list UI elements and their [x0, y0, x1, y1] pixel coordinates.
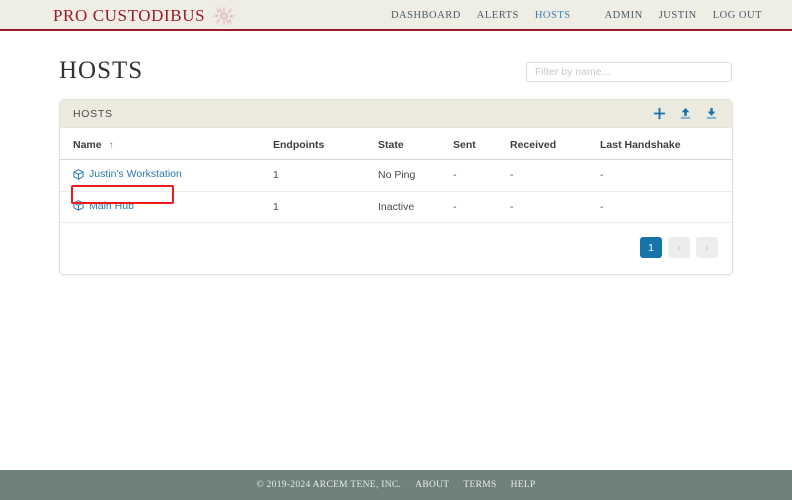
nav-item-log-out[interactable]: LOG OUT — [705, 10, 770, 21]
table-row[interactable]: Justin's Workstation 1 No Ping - - - — [60, 159, 732, 192]
hosts-table-head: Name ↑ Endpoints State Sent Received Last… — [60, 128, 732, 160]
nav-item-alerts[interactable]: ALERTS — [469, 10, 527, 21]
cell-sent: - — [453, 191, 510, 223]
footer-link-help[interactable]: HELP — [511, 480, 536, 490]
hosts-card-header: HOSTS — [60, 100, 732, 128]
upload-hosts-button[interactable] — [678, 107, 692, 121]
footer-link-about[interactable]: ABOUT — [415, 480, 449, 490]
host-name-label: Justin's Workstation — [89, 168, 182, 180]
column-header-name-label: Name — [73, 139, 102, 151]
download-icon — [706, 108, 716, 119]
column-header-name[interactable]: Name ↑ — [60, 128, 273, 160]
hosts-table-body: Justin's Workstation 1 No Ping - - - Mai… — [60, 159, 732, 223]
footer-link-terms[interactable]: TERMS — [463, 480, 496, 490]
cell-endpoints: 1 — [273, 191, 378, 223]
pagination: 1 ‹ › — [60, 223, 732, 274]
cell-endpoints: 1 — [273, 159, 378, 192]
hosts-card-actions — [652, 107, 718, 121]
host-name-label: Main Hub — [89, 199, 134, 212]
page-footer: © 2019-2024 ARCEM TENE, INC. ABOUT TERMS… — [0, 470, 792, 500]
column-header-state[interactable]: State — [378, 128, 453, 160]
cell-state: Inactive — [378, 191, 453, 223]
cell-last-handshake: - — [600, 159, 732, 192]
host-link-main-hub[interactable]: Main Hub — [73, 200, 134, 212]
nav-item-justin[interactable]: JUSTIN — [651, 10, 705, 21]
cube-icon — [73, 168, 84, 180]
brand-logo[interactable]: PRO CUSTODIBUS — [53, 5, 236, 27]
copyright-text: © 2019-2024 ARCEM TENE, INC. — [256, 480, 402, 490]
page-title: HOSTS — [59, 57, 144, 84]
brand-name: PRO CUSTODIBUS — [53, 6, 206, 25]
cell-state: No Ping — [378, 159, 453, 192]
cell-host-name: Main Hub — [60, 191, 273, 223]
cell-sent: - — [453, 159, 510, 192]
filter-by-name-input[interactable] — [526, 62, 732, 82]
cell-received: - — [510, 159, 600, 192]
top-header-bar: PRO CUSTODIBUS DASHBOARD ALERTS HOSTS AD… — [0, 0, 792, 31]
upload-icon — [680, 107, 690, 119]
cube-icon — [73, 200, 84, 211]
nav-item-admin[interactable]: ADMIN — [597, 10, 651, 21]
pagination-page-1-button[interactable]: 1 — [640, 237, 662, 258]
hosts-table-header-row: Name ↑ Endpoints State Sent Received Last… — [60, 128, 732, 160]
add-host-button[interactable] — [652, 107, 666, 121]
plus-icon — [653, 107, 665, 120]
column-header-sent[interactable]: Sent — [453, 128, 510, 160]
nav-item-hosts[interactable]: HOSTS — [527, 10, 579, 21]
pagination-next-button[interactable]: › — [696, 237, 718, 258]
column-header-last-handshake[interactable]: Last Handshake — [600, 128, 732, 160]
download-hosts-button[interactable] — [704, 107, 718, 121]
cell-last-handshake: - — [600, 191, 732, 223]
main-navigation: DASHBOARD ALERTS HOSTS ADMIN JUSTIN LOG … — [383, 10, 770, 21]
cell-host-name: Justin's Workstation — [60, 159, 273, 192]
hosts-table: Name ↑ Endpoints State Sent Received Last… — [60, 128, 732, 223]
host-link-justins-workstation[interactable]: Justin's Workstation — [73, 168, 182, 180]
sort-ascending-icon: ↑ — [108, 140, 114, 151]
column-header-endpoints[interactable]: Endpoints — [273, 128, 378, 160]
pagination-previous-button[interactable]: ‹ — [668, 237, 690, 258]
hosts-card: HOSTS Name ↑ Endpoints State Sent Receiv… — [59, 99, 733, 275]
hosts-card-title: HOSTS — [73, 107, 113, 120]
column-header-received[interactable]: Received — [510, 128, 600, 160]
table-row[interactable]: Main Hub 1 Inactive - - - — [60, 191, 732, 223]
nav-item-dashboard[interactable]: DASHBOARD — [383, 10, 469, 21]
cell-received: - — [510, 191, 600, 223]
sunburst-emblem-icon — [212, 5, 236, 27]
